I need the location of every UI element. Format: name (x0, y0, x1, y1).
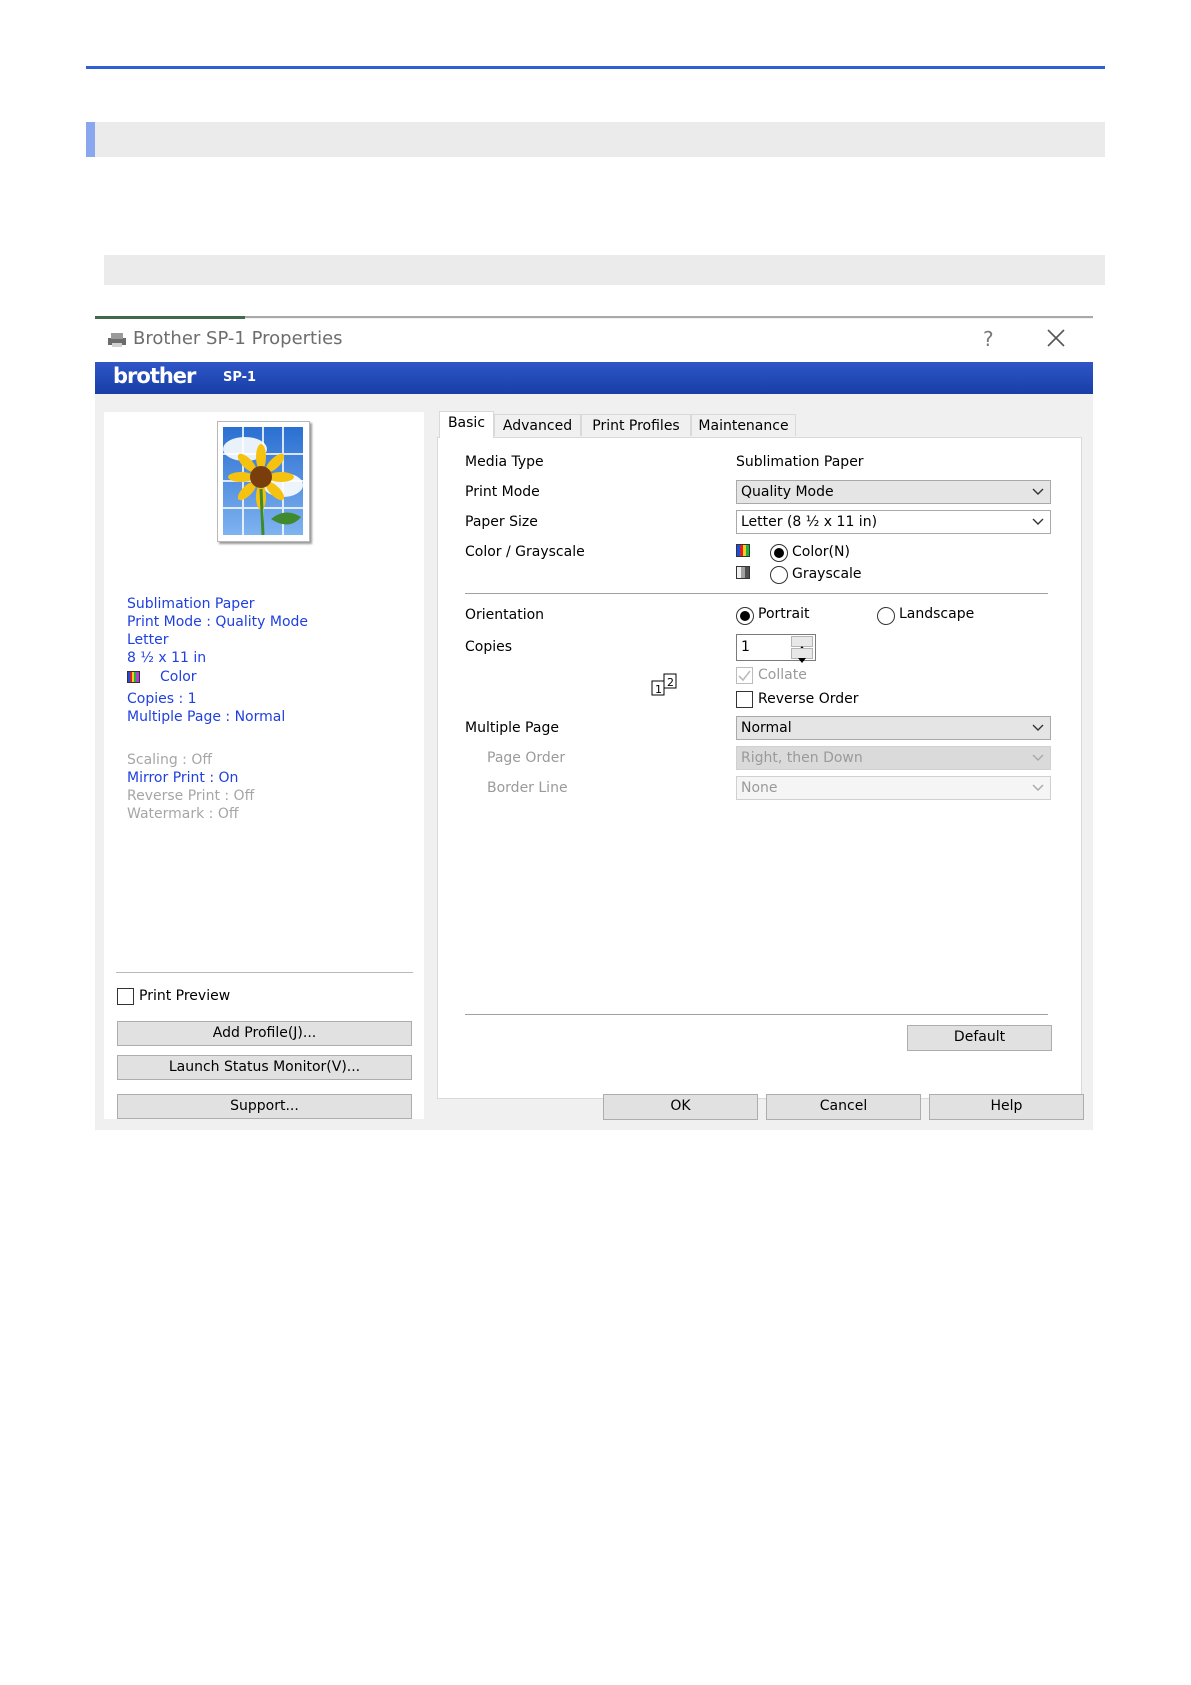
summary-multiple-page: Multiple Page : Normal (127, 709, 286, 725)
copies-value: 1 (741, 639, 750, 655)
ok-button[interactable]: OK (603, 1094, 758, 1120)
collate-label: Collate (758, 667, 807, 683)
tab-advanced[interactable]: Advanced (494, 414, 581, 436)
collate-icon: 1 2 (651, 673, 677, 696)
section-heading-bar (86, 122, 1105, 157)
copies-stepper[interactable]: 1 (736, 634, 816, 663)
print-mode-value: Quality Mode (741, 484, 834, 500)
media-type-value: Sublimation Paper (736, 454, 864, 470)
section-heading-accent (86, 122, 95, 157)
title-bar: Brother SP-1 Properties ? (95, 319, 1093, 362)
portrait-option-label: Portrait (758, 606, 810, 622)
page-order-select[interactable]: Right, then Down (736, 746, 1051, 770)
multiple-page-value: Normal (741, 720, 792, 736)
print-mode-label: Print Mode (465, 484, 540, 500)
launch-status-monitor-button[interactable]: Launch Status Monitor(V)... (117, 1055, 412, 1080)
grayscale-radio[interactable] (770, 566, 788, 584)
summary-paper-dimensions: 8 ½ x 11 in (127, 650, 207, 666)
support-button[interactable]: Support... (117, 1094, 412, 1119)
border-line-value: None (741, 780, 778, 796)
stepper-up-button[interactable] (791, 636, 813, 651)
chevron-down-icon (1032, 724, 1044, 731)
color-radio[interactable] (770, 544, 788, 562)
copies-label: Copies (465, 639, 513, 655)
paper-size-value: Letter (8 ½ x 11 in) (741, 514, 878, 530)
chevron-down-icon (1032, 518, 1044, 525)
checkmark-icon (738, 670, 751, 682)
stepper-down-button[interactable] (791, 648, 813, 663)
collate-checkbox[interactable] (736, 667, 753, 684)
svg-text:2: 2 (667, 676, 674, 689)
summary-reverse-print: Reverse Print : Off (127, 788, 255, 804)
printer-icon (108, 333, 126, 347)
border-line-label: Border Line (487, 780, 568, 796)
paper-size-select[interactable]: Letter (8 ½ x 11 in) (736, 510, 1051, 534)
color-icon (736, 544, 750, 557)
tab-basic[interactable]: Basic (439, 411, 494, 438)
color-grayscale-label: Color / Grayscale (465, 544, 585, 560)
summary-copies: Copies : 1 (127, 691, 197, 707)
brand-bar: brother SP-1 (95, 362, 1093, 394)
print-mode-select[interactable]: Quality Mode (736, 480, 1051, 504)
summary-print-mode: Print Mode : Quality Mode (127, 614, 309, 630)
grayscale-option-label: Grayscale (792, 566, 862, 582)
arrow-down-icon (798, 658, 806, 663)
summary-scaling: Scaling : Off (127, 752, 212, 768)
chevron-down-icon (1032, 488, 1044, 495)
chevron-down-icon (1032, 754, 1044, 761)
note-bar (104, 255, 1105, 285)
help-button[interactable]: Help (929, 1094, 1084, 1120)
multiple-page-label: Multiple Page (465, 720, 559, 736)
close-icon[interactable] (1045, 327, 1067, 349)
top-rule (86, 66, 1105, 69)
reverse-order-checkbox[interactable] (736, 691, 753, 708)
summary-paper-name: Letter (127, 632, 169, 648)
page-order-value: Right, then Down (741, 750, 863, 766)
section-separator (465, 593, 1048, 594)
chevron-down-icon (1032, 784, 1044, 791)
grayscale-icon (736, 566, 750, 579)
preview-thumbnail (217, 421, 310, 542)
color-swatch-icon (127, 671, 140, 683)
summary-media-type: Sublimation Paper (127, 596, 255, 612)
print-preview-label: Print Preview (139, 988, 231, 1004)
tab-print-profiles[interactable]: Print Profiles (581, 414, 691, 436)
summary-color: Color (160, 669, 197, 685)
orientation-label: Orientation (465, 607, 545, 623)
cancel-button[interactable]: Cancel (766, 1094, 921, 1120)
multiple-page-select[interactable]: Normal (736, 716, 1051, 740)
sunflower-image-icon (223, 427, 303, 535)
help-icon[interactable]: ? (983, 327, 994, 351)
printer-properties-dialog: Brother SP-1 Properties ? brother SP-1 S… (95, 316, 1093, 1130)
summary-separator (116, 972, 413, 973)
print-preview-checkbox[interactable] (117, 988, 134, 1005)
copies-stepper-buttons (791, 636, 813, 663)
model-name: SP-1 (223, 370, 257, 385)
tab-maintenance[interactable]: Maintenance (691, 414, 796, 436)
default-button[interactable]: Default (907, 1025, 1052, 1051)
color-option-label: Color(N) (792, 544, 850, 560)
window-title: Brother SP-1 Properties (133, 328, 343, 349)
paper-size-label: Paper Size (465, 514, 538, 530)
reverse-order-label: Reverse Order (758, 691, 859, 707)
landscape-radio[interactable] (877, 607, 895, 625)
portrait-radio[interactable] (736, 607, 754, 625)
add-profile-button[interactable]: Add Profile(J)... (117, 1021, 412, 1046)
border-line-select[interactable]: None (736, 776, 1051, 800)
brother-logo: brother (113, 364, 196, 388)
media-type-label: Media Type (465, 454, 544, 470)
settings-summary-panel: Sublimation Paper Print Mode : Quality M… (104, 412, 424, 1119)
landscape-option-label: Landscape (899, 606, 975, 622)
bottom-separator (465, 1014, 1048, 1015)
svg-text:1: 1 (655, 683, 662, 696)
page-order-label: Page Order (487, 750, 566, 766)
summary-mirror-print: Mirror Print : On (127, 770, 239, 786)
summary-watermark: Watermark : Off (127, 806, 239, 822)
